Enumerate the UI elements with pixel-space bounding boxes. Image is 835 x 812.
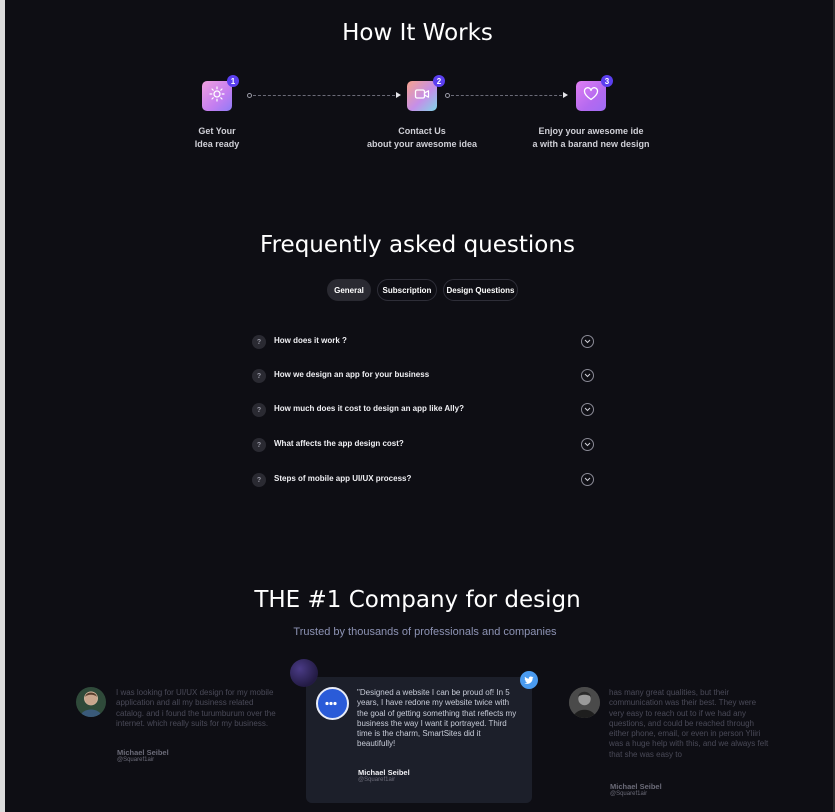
step-1-label-line1: Get Your — [198, 126, 236, 136]
testimonial-left-text: I was looking for UI/UX design for my mo… — [116, 688, 276, 728]
connector-2-arrow-icon — [563, 92, 568, 98]
company-title: THE #1 Company for design — [254, 587, 581, 613]
testimonial-center-name: Michael Seibel — [358, 768, 410, 777]
decorative-orb — [290, 659, 318, 687]
testimonial-left-handle: @Squaref1air — [117, 757, 155, 763]
chevron-down-icon[interactable] — [581, 473, 594, 486]
chevron-down-icon[interactable] — [581, 369, 594, 382]
step-1-label-line2: Idea ready — [194, 139, 240, 149]
step-1-icon-box — [202, 81, 232, 111]
step-2-badge: 2 — [433, 75, 445, 87]
testimonial-right-name: Michael Seibel — [610, 782, 662, 791]
twitter-icon[interactable] — [520, 671, 538, 689]
step-2-label-line1: Contact Us — [398, 126, 446, 136]
connector-1-arrow-icon — [396, 92, 401, 98]
step-2-icon-box — [407, 81, 437, 111]
chevron-down-icon[interactable] — [581, 438, 594, 451]
step-3-icon-box — [576, 81, 606, 111]
step-2-label: Contact Us about your awesome idea — [352, 125, 492, 151]
window-left-edge — [0, 0, 5, 812]
step-1-label: Get Your Idea ready — [157, 125, 277, 151]
testimonial-right-handle: @Squaref1air — [610, 791, 648, 797]
faq-question: What affects the app design cost? — [274, 439, 404, 448]
faq-question: How much does it cost to design an app l… — [274, 404, 464, 413]
connector-1-start-dot — [247, 93, 252, 98]
testimonial-center-text: "Designed a website I can be proud of! I… — [357, 688, 517, 749]
heart-icon — [583, 86, 599, 107]
step-3-label-line1: Enjoy your awesome ide — [538, 126, 644, 136]
step-3-label-line2: a with a barand new design — [532, 139, 650, 149]
step-1-badge: 1 — [227, 75, 239, 87]
company-subtitle: Trusted by thousands of professionals an… — [293, 626, 557, 638]
faq-item[interactable]: ? How does it work ? — [252, 332, 594, 352]
testimonial-left-name: Michael Seibel — [117, 748, 169, 757]
chevron-down-icon[interactable] — [581, 403, 594, 416]
connector-1-line — [253, 95, 395, 96]
avatar — [569, 687, 600, 718]
step-2-label-line2: about your awesome idea — [366, 139, 478, 149]
tab-design-questions[interactable]: Design Questions — [443, 279, 518, 301]
testimonial-right-text: has many great qualities, but their comm… — [609, 688, 769, 759]
faq-title: Frequently asked questions — [260, 232, 575, 258]
video-camera-icon — [414, 86, 430, 107]
question-mark-icon: ? — [252, 369, 266, 383]
faq-item[interactable]: ? How we design an app for your business — [252, 366, 594, 386]
step-3-badge: 3 — [601, 75, 613, 87]
testimonial-center-handle: @Squaref1air — [358, 777, 396, 783]
tab-general[interactable]: General — [327, 279, 371, 301]
faq-item[interactable]: ? How much does it cost to design an app… — [252, 400, 594, 420]
question-mark-icon: ? — [252, 403, 266, 417]
connector-2-line — [451, 95, 562, 96]
chevron-down-icon[interactable] — [581, 335, 594, 348]
faq-item[interactable]: ? Steps of mobile app UI/UX process? — [252, 470, 594, 490]
avatar — [76, 687, 106, 717]
step-3-label: Enjoy your awesome ide a with a barand n… — [516, 125, 666, 151]
question-mark-icon: ? — [252, 438, 266, 452]
faq-question: How we design an app for your business — [274, 370, 430, 379]
connector-2-start-dot — [445, 93, 450, 98]
tab-subscription[interactable]: Subscription — [377, 279, 437, 301]
how-it-works-title: How It Works — [342, 20, 493, 46]
question-mark-icon: ? — [252, 473, 266, 487]
sun-icon — [209, 85, 225, 107]
faq-question: How does it work ? — [274, 336, 347, 345]
faq-question: Steps of mobile app UI/UX process? — [274, 474, 412, 483]
avatar — [316, 687, 349, 720]
question-mark-icon: ? — [252, 335, 266, 349]
faq-item[interactable]: ? What affects the app design cost? — [252, 435, 594, 455]
